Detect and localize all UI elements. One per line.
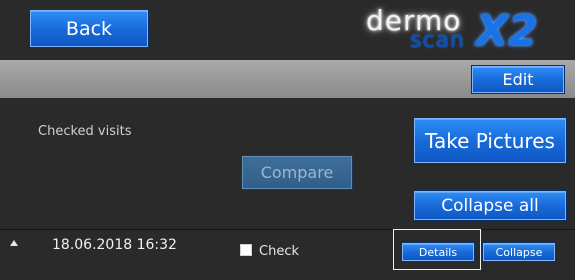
expand-triangle-icon[interactable] — [10, 240, 18, 246]
collapse-all-button[interactable]: Collapse all — [413, 190, 567, 221]
back-button[interactable]: Back — [29, 9, 149, 48]
dermoscan-x2-logo: dermo scan X2 — [366, 2, 566, 55]
edit-button[interactable]: Edit — [471, 65, 565, 94]
row-divider — [0, 229, 575, 230]
take-pictures-button[interactable]: Take Pictures — [413, 117, 567, 164]
check-label: Check — [259, 244, 299, 259]
logo-text-scan: scan — [410, 28, 465, 53]
visit-datetime: 18.06.2018 16:32 — [52, 237, 177, 253]
collapse-button[interactable]: Collapse — [482, 242, 556, 262]
compare-button[interactable]: Compare — [241, 155, 353, 190]
details-button[interactable]: Details — [401, 242, 475, 262]
check-checkbox[interactable] — [240, 244, 252, 256]
logo-text-x2: X2 — [476, 6, 538, 55]
checked-visits-label: Checked visits — [38, 124, 132, 139]
